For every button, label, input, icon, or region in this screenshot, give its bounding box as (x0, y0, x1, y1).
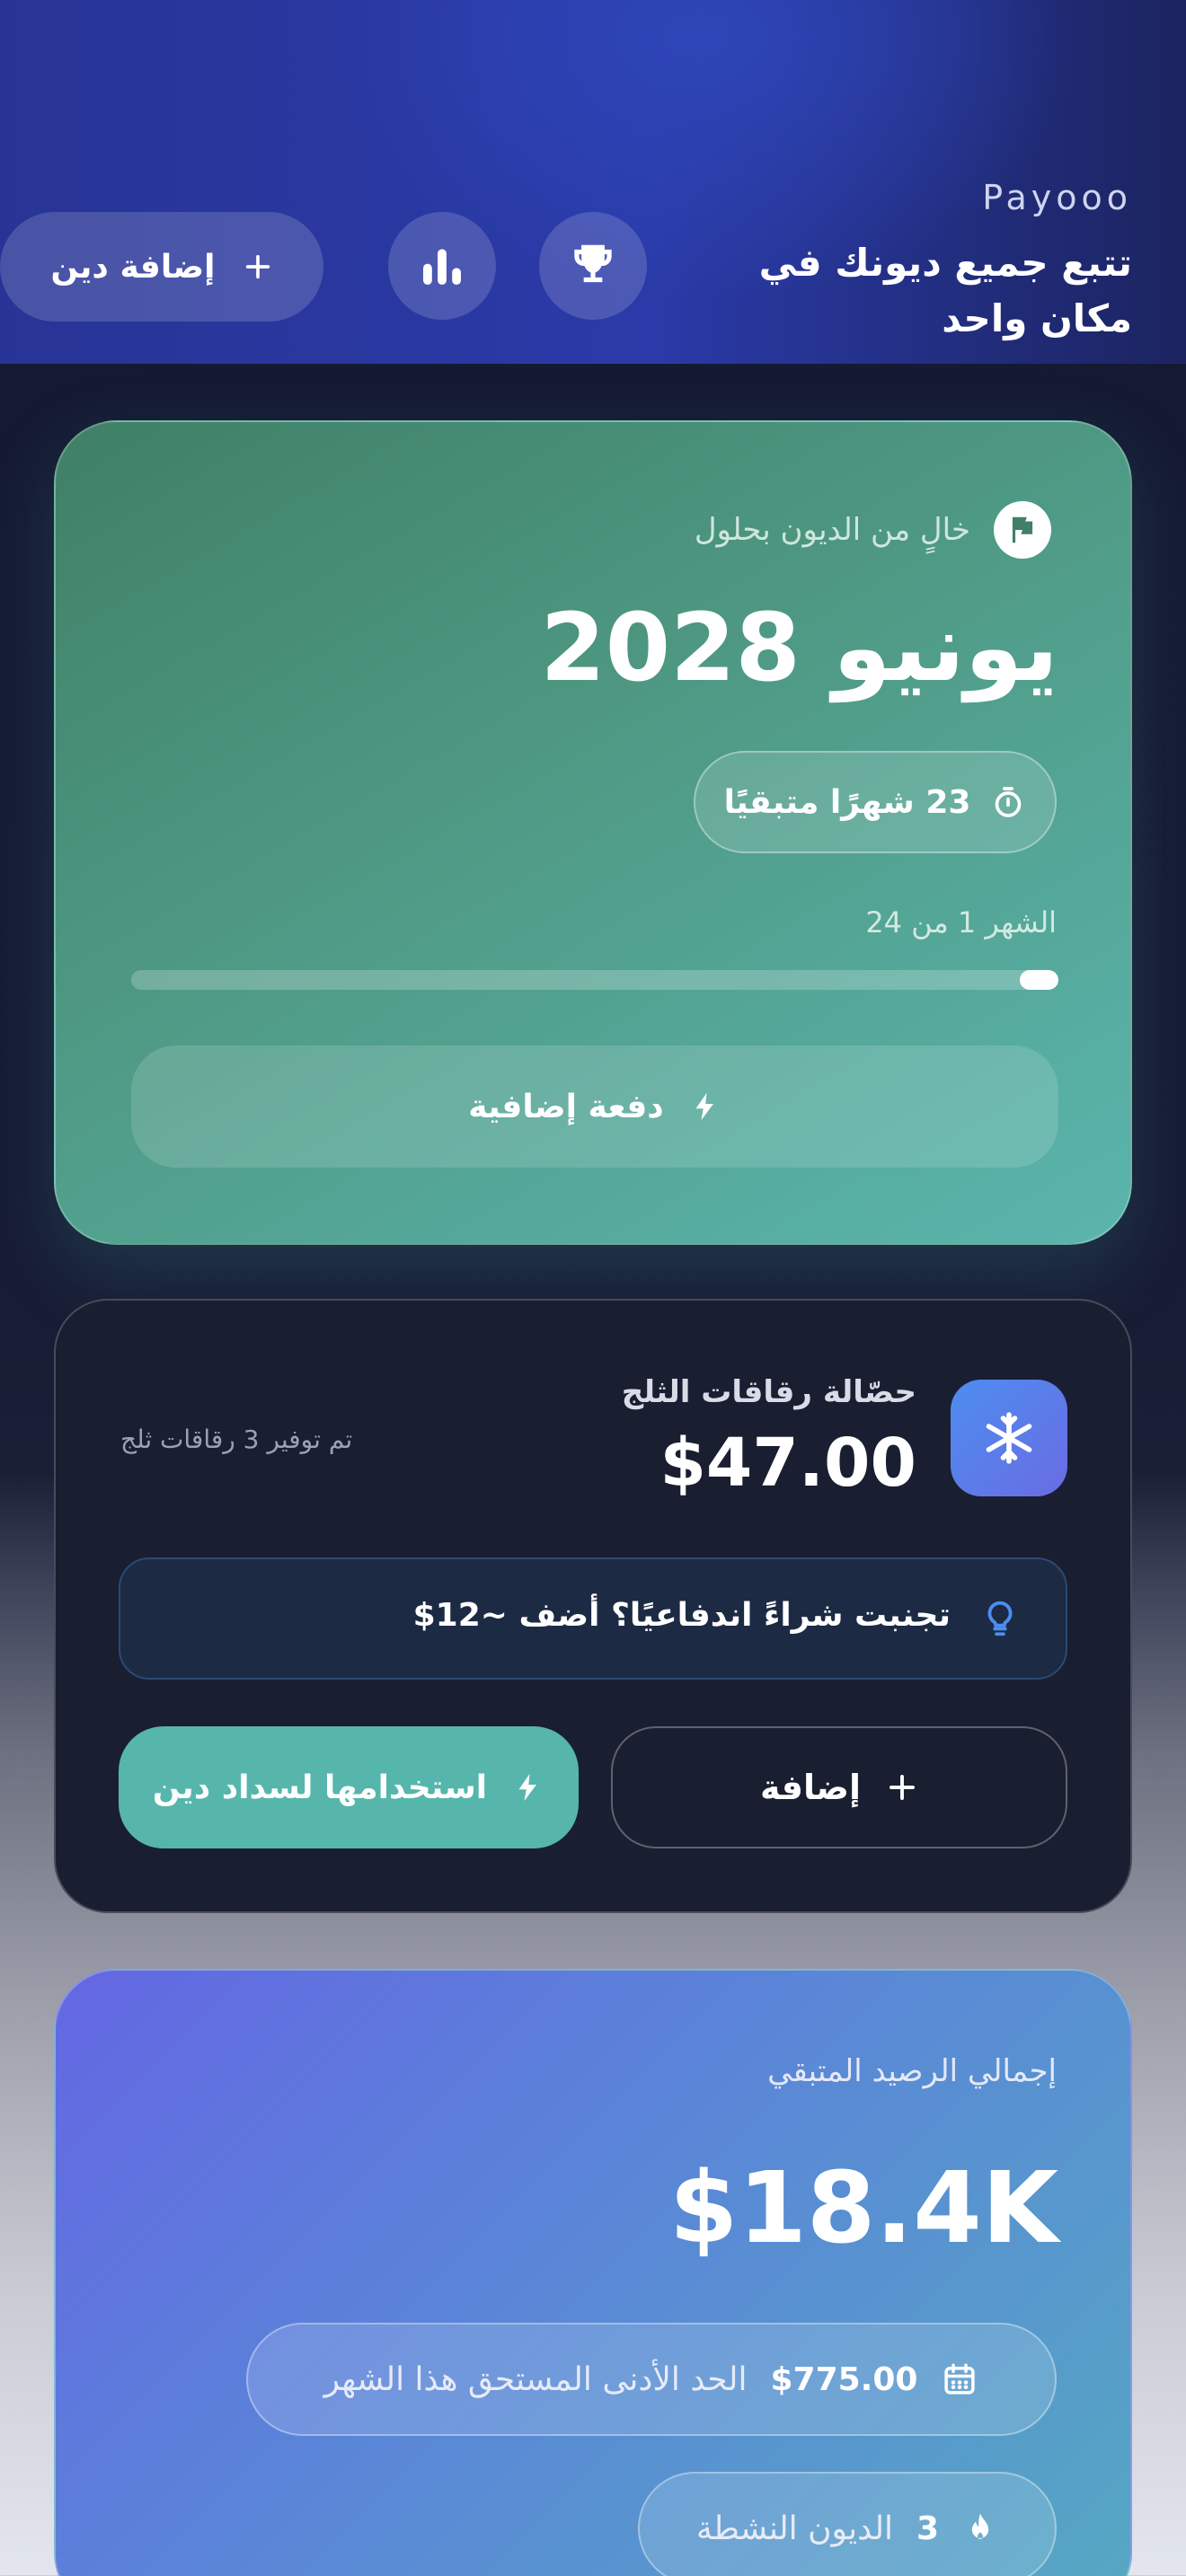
debt-free-card: خالٍ من الديون بحلول يونيو 2028 23 شهرًا… (54, 420, 1132, 1245)
active-debts-badge: 3 الديون النشطة (638, 2472, 1057, 2576)
active-debts-count: 3 (916, 2510, 940, 2547)
debt-free-date: يونيو 2028 (540, 593, 1058, 702)
extra-payment-button[interactable]: دفعة إضافية (131, 1045, 1058, 1168)
active-debts-label: الديون النشطة (695, 2510, 894, 2547)
total-balance-card: إجمالي الرصيد المتبقي $18.4K $775.00 الح… (54, 1969, 1132, 2576)
payoff-progress-fill (1019, 970, 1058, 990)
use-for-debt-button[interactable]: استخدامها لسداد دين (119, 1726, 579, 1848)
plus-icon (886, 1771, 918, 1804)
app-header: Payooo تتبع جميع ديونك في مكان واحد إضاف… (0, 0, 1186, 364)
add-debt-label: إضافة دين (50, 248, 216, 286)
months-remaining-text: 23 شهرًا متبقيًا (723, 783, 971, 821)
use-for-debt-label: استخدامها لسداد دين (152, 1769, 488, 1806)
add-snowflake-button[interactable]: إضافة (611, 1726, 1067, 1848)
timer-icon (990, 784, 1026, 820)
snowflake-icon (951, 1380, 1067, 1496)
flag-icon (994, 501, 1051, 559)
months-remaining-badge: 23 شهرًا متبقيًا (694, 751, 1057, 853)
brand-name: Payooo (982, 178, 1132, 217)
total-balance-label: إجمالي الرصيد المتبقي (767, 2053, 1057, 2089)
calendar-icon (941, 2360, 978, 2398)
snowflake-tip: تجنبت شراءً اندفاعيًا؟ أضف ~12$ (119, 1557, 1067, 1680)
add-snowflake-label: إضافة (760, 1768, 861, 1807)
header-tagline: تتبع جميع ديونك في مكان واحد (758, 241, 1132, 340)
lightning-icon (512, 1769, 544, 1806)
minimum-due-label: الحد الأدنى المستحق هذا الشهر (323, 2360, 748, 2398)
debt-free-label: خالٍ من الديون بحلول (694, 512, 970, 548)
add-debt-button[interactable]: إضافة دين (0, 212, 323, 322)
minimum-due-amount: $775.00 (770, 2360, 918, 2398)
payoff-progress-bar (131, 970, 1058, 990)
snowflake-savings-card: حصّالة رقاقات الثلج $47.00 تم توفير 3 رق… (54, 1299, 1132, 1913)
achievements-button[interactable] (539, 212, 647, 320)
snowflake-amount: $47.00 (659, 1425, 916, 1502)
total-balance-amount: $18.4K (668, 2150, 1058, 2265)
plus-icon (243, 251, 273, 282)
trophy-icon (565, 238, 621, 294)
minimum-due-badge: $775.00 الحد الأدنى المستحق هذا الشهر (246, 2323, 1057, 2436)
month-progress-label: الشهر 1 من 24 (865, 905, 1057, 940)
lightning-icon (689, 1089, 721, 1125)
lightbulb-icon (979, 1595, 1021, 1645)
snowflake-title: حصّالة رقاقات الثلج (621, 1374, 916, 1410)
stats-button[interactable] (388, 212, 496, 320)
bar-chart-icon (417, 241, 467, 291)
flame-icon (962, 2509, 998, 2548)
extra-payment-label: دفعة إضافية (468, 1088, 664, 1125)
snowflake-tip-text: تجنبت شراءً اندفاعيًا؟ أضف ~12$ (412, 1597, 951, 1634)
snowflake-saved-count: تم توفير 3 رقاقات ثلج (120, 1425, 353, 1454)
